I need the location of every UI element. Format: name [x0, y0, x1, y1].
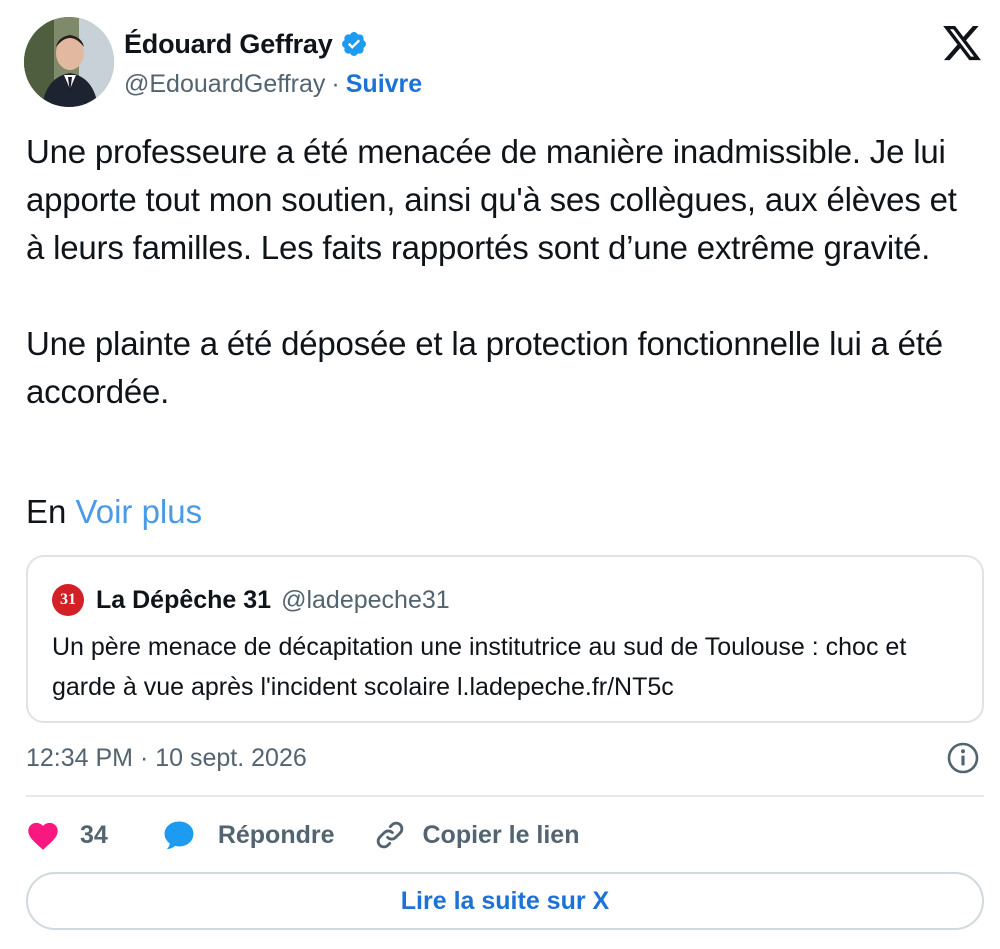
info-icon[interactable] [946, 741, 980, 775]
tweet-paragraph: Une professeure a été menacée de manière… [26, 133, 957, 266]
tweet-actions: 34 Répondre Copier le lien [26, 812, 579, 858]
author-avatar[interactable] [24, 17, 114, 107]
verified-badge-icon [340, 30, 368, 58]
timestamp-date: 10 sept. 2026 [155, 744, 307, 772]
tweet-timestamp[interactable]: 12:34 PM · 10 sept. 2026 [26, 740, 307, 776]
reply-button[interactable]: Répondre [162, 818, 335, 852]
x-logo-icon[interactable] [940, 22, 984, 64]
truncated-row: En Voir plus [26, 488, 202, 536]
author-name-row: Édouard Geffray [124, 26, 368, 62]
embedded-tweet-card: Édouard Geffray @EdouardGeffray · Suivre… [0, 0, 1000, 949]
copy-link-button[interactable]: Copier le lien [373, 818, 580, 852]
heart-icon [26, 819, 60, 851]
link-icon [373, 818, 407, 852]
like-count: 34 [80, 820, 108, 849]
quoted-account-name[interactable]: La Dépêche 31 [96, 586, 271, 615]
author-handle[interactable]: @EdouardGeffray [124, 70, 325, 99]
see-more-link[interactable]: Voir plus [76, 493, 203, 530]
timestamp-separator: · [139, 744, 156, 772]
quoted-tweet-text: Un père menace de décapitation une insti… [52, 633, 907, 701]
quoted-tweet-header: 31 La Dépêche 31 @ladepeche31 [52, 582, 450, 618]
timestamp-time: 12:34 PM [26, 744, 134, 772]
handle-separator: · [331, 69, 340, 98]
tweet-text: Une professeure a été menacée de manière… [26, 128, 981, 416]
divider [26, 795, 984, 797]
tweet-paragraph: Une plainte a été déposée et la protecti… [26, 325, 943, 410]
copy-link-label: Copier le lien [422, 820, 580, 849]
truncated-text: En [26, 493, 76, 530]
reply-label: Répondre [217, 820, 335, 849]
quoted-account-handle[interactable]: @ladepeche31 [281, 586, 450, 615]
like-button[interactable]: 34 [26, 819, 108, 851]
author-handle-row: @EdouardGeffray · Suivre [124, 66, 422, 102]
follow-link[interactable]: Suivre [346, 70, 422, 99]
quoted-account-avatar[interactable]: 31 [52, 584, 84, 616]
author-name[interactable]: Édouard Geffray [124, 29, 333, 60]
quoted-tweet-card[interactable]: 31 La Dépêche 31 @ladepeche31 Un père me… [26, 555, 984, 723]
read-more-on-x-button[interactable]: Lire la suite sur X [26, 872, 984, 930]
speech-bubble-icon [162, 818, 196, 852]
